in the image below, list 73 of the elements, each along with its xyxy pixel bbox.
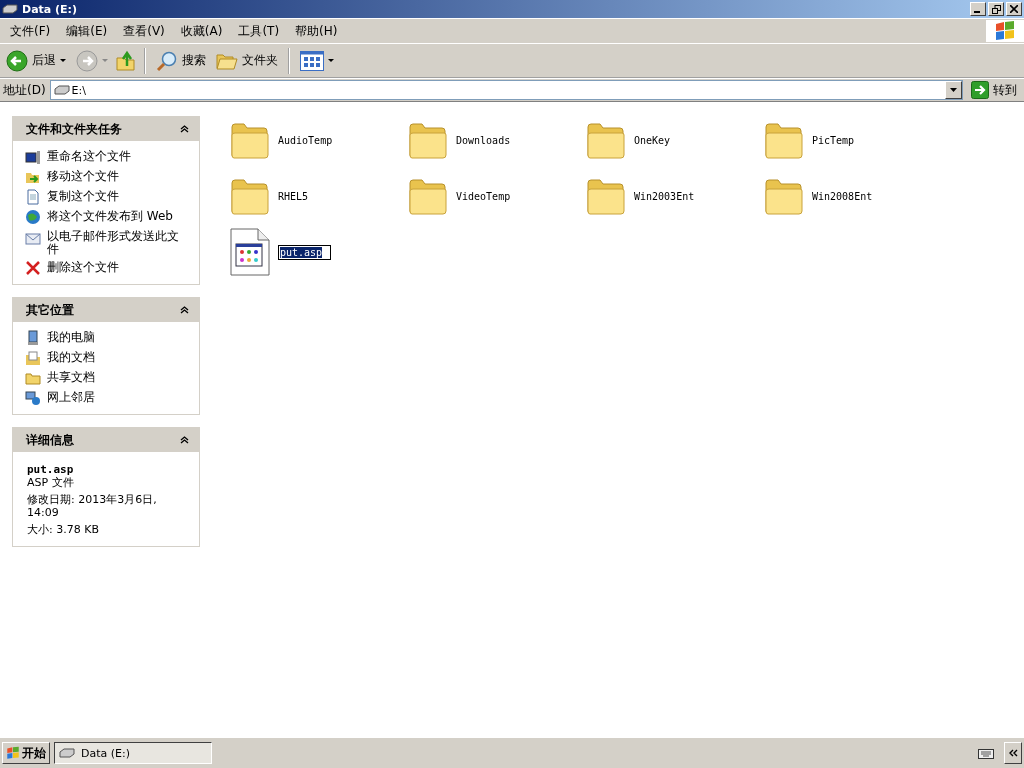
drive-icon [53,85,70,95]
show-hidden-icons-button[interactable] [1004,742,1022,764]
globe-icon [25,209,41,225]
file-label[interactable]: Downloads [456,134,511,146]
menu-item[interactable]: 工具(T) [230,22,288,40]
drive-icon [59,748,75,758]
views-button[interactable] [297,48,337,73]
collapse-icon[interactable] [180,306,189,314]
file-size: 大小: 3.78 KB [27,523,100,536]
window-title: Data (E:) [22,2,78,16]
file-label[interactable]: Win2008Ent [812,190,873,202]
file-label[interactable]: VideoTemp [456,190,511,202]
task-link[interactable]: 移动这个文件 [47,169,119,183]
task-link[interactable]: 以电子邮件形式发送此文件 [47,229,187,256]
task-link[interactable]: 我的电脑 [47,330,95,344]
go-arrow-icon [971,81,989,99]
task-link[interactable]: 删除这个文件 [47,260,119,274]
minimize-button[interactable] [970,2,986,16]
copy-icon [25,189,41,205]
computer-icon [25,330,41,346]
task-link[interactable]: 复制这个文件 [47,189,119,203]
drive-icon [2,4,18,14]
rename-field[interactable]: put.asp [278,244,332,260]
address-input[interactable]: E:\ [71,83,943,97]
restore-button[interactable] [988,2,1004,16]
network-icon [25,390,41,406]
dropdown-button[interactable] [945,81,962,99]
rename-icon [25,149,41,165]
address-field[interactable]: E:\ [49,80,963,100]
search-button[interactable]: 搜索 [153,47,209,74]
file-label[interactable]: RHEL5 [278,190,309,202]
folders-button[interactable]: 文件夹 [213,48,281,73]
back-button[interactable]: 后退 [3,47,69,74]
collapse-icon[interactable] [180,436,189,444]
task-link[interactable]: 重命名这个文件 [47,149,131,163]
menu-item[interactable]: 文件(F) [2,22,59,40]
taskbar-button[interactable]: Data (E:) [54,742,212,764]
close-icon [1010,5,1018,13]
windows-logo-icon [6,746,20,760]
caret-icon[interactable] [328,58,334,63]
restore-icon [991,4,1001,14]
delete-icon [25,260,41,276]
task-link[interactable]: 共享文档 [47,370,95,384]
task-link[interactable]: 我的文档 [47,350,95,364]
menu-item[interactable]: 查看(V) [115,22,173,40]
address-label: 地址(D) [3,81,46,99]
close-button[interactable] [1006,2,1022,16]
file-name: put.asp [27,464,75,476]
file-label[interactable]: PicTemp [812,134,855,146]
panel-title[interactable]: 详细信息 [26,431,74,449]
task-link[interactable]: 网上邻居 [47,390,95,404]
file-icon[interactable] [230,228,270,276]
file-label[interactable]: OneKey [634,134,671,146]
caret-icon [950,88,957,92]
panel-title[interactable]: 其它位置 [26,301,74,319]
keyboard-icon[interactable] [978,747,994,759]
menu-item[interactable]: 帮助(H) [287,22,346,40]
menu-item[interactable]: 编辑(E) [58,22,116,40]
task-link[interactable]: 将这个文件发布到 Web [47,209,173,223]
caret-icon[interactable] [60,58,66,63]
folder-icon [25,370,41,386]
go-button[interactable]: 转到 [967,81,1021,99]
start-button[interactable]: 开始 [2,742,50,764]
collapse-icon[interactable] [180,125,189,133]
documents-icon [25,350,41,366]
search-icon [156,49,178,72]
menu-item[interactable]: 收藏(A) [172,22,231,40]
views-icon [300,50,324,71]
file-type: ASP 文件 [27,476,75,489]
file-label[interactable]: Win2003Ent [634,190,695,202]
file-label[interactable]: AudioTemp [278,134,333,146]
double-chevron-icon [1008,749,1018,757]
modified-date: 修改日期: 2013年3月6日, 14:09 [27,493,158,519]
